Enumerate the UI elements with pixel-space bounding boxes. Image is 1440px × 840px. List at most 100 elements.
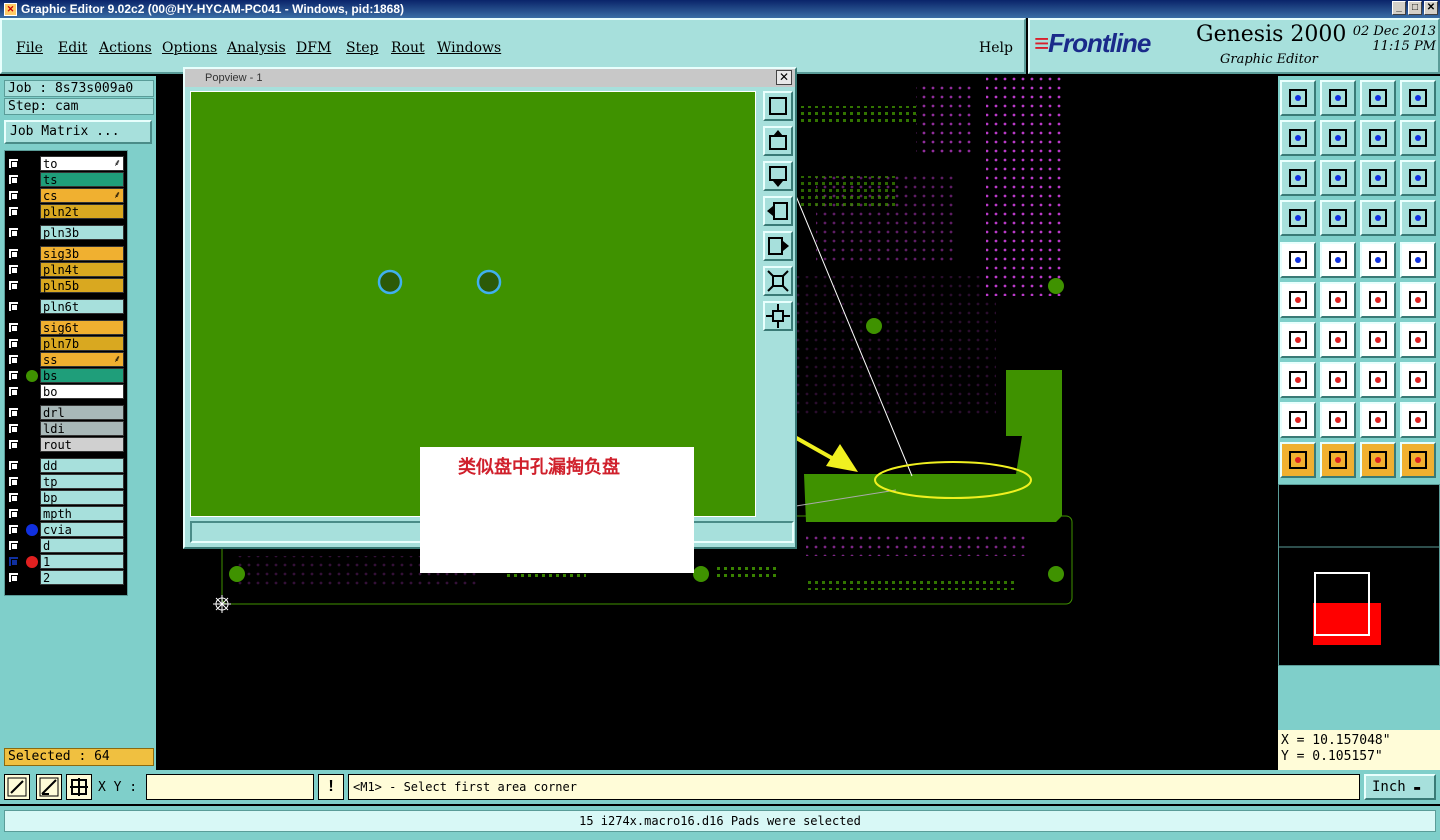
home-icon[interactable] [1360,80,1396,116]
layer-checkbox[interactable] [8,338,19,349]
features-icon[interactable] [1280,200,1316,236]
open-job-icon[interactable] [1280,80,1316,116]
layer-name[interactable]: bp [40,490,124,505]
arc-2-icon[interactable] [1400,402,1436,438]
popview-close-button[interactable]: ✕ [776,70,792,85]
line-icon[interactable] [1360,282,1396,318]
rotate-icon[interactable] [1360,322,1396,358]
layer-name[interactable]: pln3b [40,225,124,240]
layer-checkbox[interactable] [8,227,19,238]
layer-display-2-icon[interactable] [1400,200,1436,236]
layer-row-pln4t[interactable]: pln4t [4,262,124,277]
layer-checkbox[interactable] [8,248,19,259]
menu-actions[interactable]: Actions [99,40,152,56]
shift-right-icon[interactable] [1320,120,1356,156]
cross-icon[interactable] [1320,282,1356,318]
layer-row-pln7b[interactable]: pln7b [4,336,124,351]
shape-icon[interactable] [1400,362,1436,398]
ruler-icon[interactable] [1360,242,1396,278]
pop-pan-up-button[interactable] [763,126,793,156]
layer-row-drl[interactable]: drl [4,405,124,420]
menu-analysis[interactable]: Analysis [227,40,286,56]
pop-zoom-out-button[interactable] [763,266,793,296]
layer-name[interactable]: bo [40,384,124,399]
layer-display-icon[interactable] [1360,200,1396,236]
job-matrix-button[interactable]: Job Matrix ... [4,120,152,144]
layer-name[interactable]: to ⸙ [40,156,124,171]
layer-row-ldi[interactable]: ldi [4,421,124,436]
layer-name[interactable]: tp [40,474,124,489]
rect-icon[interactable] [1280,362,1316,398]
undo-icon[interactable] [1360,120,1396,156]
layer-checkbox[interactable] [8,386,19,397]
layer-checkbox[interactable] [8,460,19,471]
scale-icon[interactable] [1360,160,1396,196]
menu-options[interactable]: Options [162,40,217,56]
layer-checkbox[interactable] [8,158,19,169]
layer-row-2[interactable]: 2 [4,570,124,585]
layer-row-bs[interactable]: bs [4,368,124,383]
layer-name[interactable]: cs ⸙ [40,188,124,203]
units-select[interactable]: Inch ▬ [1364,774,1436,800]
pointer-select-icon[interactable] [1360,442,1396,478]
layer-name[interactable]: cvia [40,522,124,537]
measure-icon[interactable] [1280,242,1316,278]
alert-icon[interactable]: ! [318,774,344,800]
pop-zoom-home-button[interactable] [763,91,793,121]
triangle-icon[interactable] [1280,402,1316,438]
pointer-icon[interactable] [1280,442,1316,478]
layer-row-ss[interactable]: ss ⸙ [4,352,124,367]
layer-checkbox[interactable] [8,540,19,551]
layer-checkbox[interactable] [8,556,19,567]
layer-row-ts[interactable]: ts [4,172,124,187]
help-icon[interactable] [1400,160,1436,196]
layer-name[interactable]: 1 [40,554,124,569]
layer-name[interactable]: pln5b [40,278,124,293]
grid-view-icon[interactable] [1320,200,1356,236]
layer-row-d[interactable]: d [4,538,124,553]
layer-name[interactable]: dd [40,458,124,473]
layer-name[interactable]: pln6t [40,299,124,314]
layer-name[interactable]: sig3b [40,246,124,261]
arc-icon[interactable] [1360,402,1396,438]
menu-edit[interactable]: Edit [58,40,87,56]
layer-row-dd[interactable]: dd [4,458,124,473]
layer-checkbox[interactable] [8,264,19,275]
layer-checkbox[interactable] [8,407,19,418]
layer-name[interactable]: sig6t [40,320,124,335]
grid-icon[interactable] [66,774,92,800]
layer-checkbox[interactable] [8,301,19,312]
menu-windows[interactable]: Windows [437,40,501,56]
layer-name[interactable]: 2 [40,570,124,585]
layer-row-sig3b[interactable]: sig3b [4,246,124,261]
layer-name[interactable]: pln4t [40,262,124,277]
layer-name[interactable]: drl [40,405,124,420]
layer-checkbox[interactable] [8,206,19,217]
angle-icon[interactable] [1280,322,1316,358]
layer-row-bp[interactable]: bp [4,490,124,505]
text-icon[interactable] [1400,322,1436,358]
layer-row-rout[interactable]: rout [4,437,124,452]
layer-checkbox[interactable] [8,492,19,503]
window-split-icon[interactable] [1400,80,1436,116]
bar-icon[interactable] [1320,362,1356,398]
layer-checkbox[interactable] [8,174,19,185]
layer-row-pln2t[interactable]: pln2t [4,204,124,219]
menu-help[interactable]: Help [979,40,1013,56]
pointer-box-icon[interactable] [1320,442,1356,478]
layer-name[interactable]: pln2t [40,204,124,219]
pop-zoom-in-button[interactable] [763,301,793,331]
layer-row-tp[interactable]: tp [4,474,124,489]
layer-checkbox[interactable] [8,322,19,333]
layer-checkbox[interactable] [8,508,19,519]
menu-step[interactable]: Step [346,40,378,56]
layer-row-to[interactable]: to ⸙ [4,156,124,171]
layer-checkbox[interactable] [8,280,19,291]
layer-checkbox[interactable] [8,190,19,201]
triangle-2-icon[interactable] [1320,402,1356,438]
zoom-center-icon[interactable] [1320,160,1356,196]
route-icon[interactable] [1400,442,1436,478]
layer-checkbox[interactable] [8,572,19,583]
layer-checkbox[interactable] [8,524,19,535]
save-icon[interactable] [1320,80,1356,116]
